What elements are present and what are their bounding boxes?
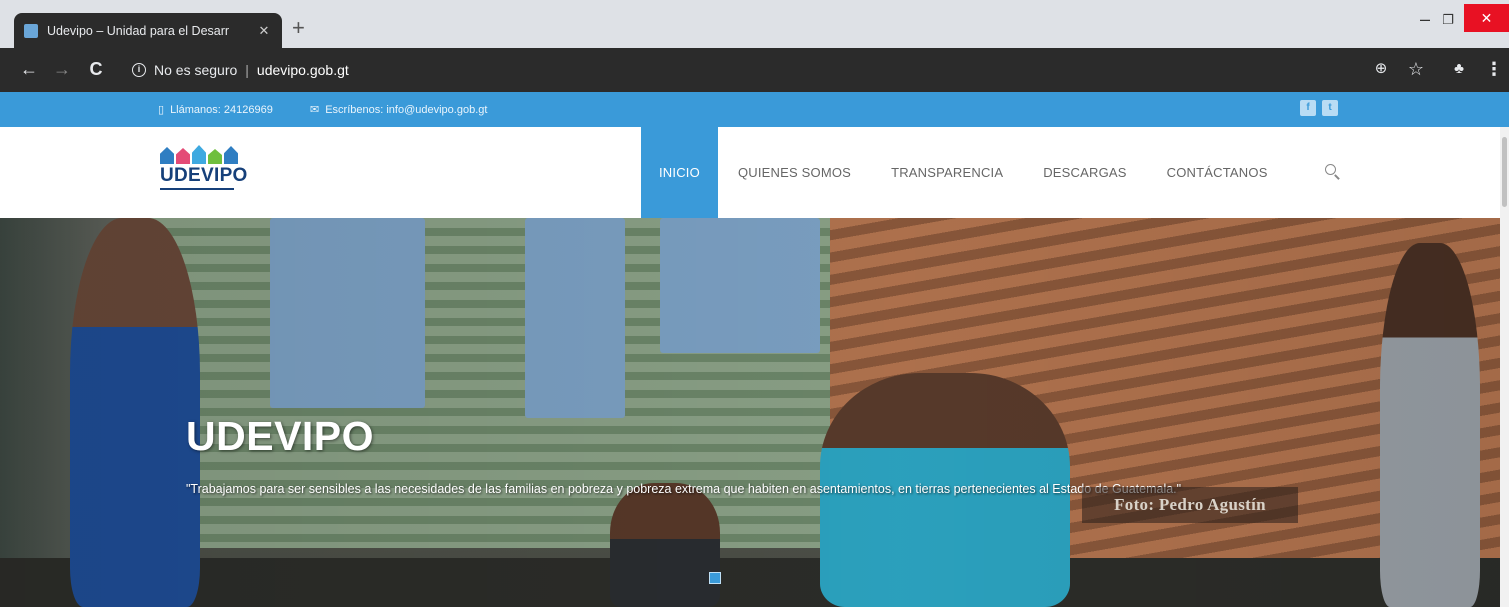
- site-header: UDEVIPO INICIO QUIENES SOMOS TRANSPARENC…: [0, 127, 1509, 218]
- back-arrow-icon[interactable]: ←: [18, 58, 40, 80]
- zoom-icon[interactable]: ⊕: [1370, 58, 1392, 80]
- tab-title: Udevipo – Unidad para el Desarr: [47, 23, 230, 38]
- new-tab-button[interactable]: +: [292, 16, 305, 40]
- browser-tab-strip: Udevipo – Unidad para el Desarr ✕ + – ❐ …: [0, 0, 1509, 48]
- site-contact-bar: ▯ Llámanos: 24126969 ✉ Escríbenos: info@…: [0, 92, 1509, 127]
- facebook-icon[interactable]: f: [1300, 100, 1316, 116]
- hero-slider: UDEVIPO "Trabajamos para ser sensibles a…: [0, 218, 1500, 607]
- envelope-icon: ✉: [310, 104, 320, 116]
- scrollbar-thumb[interactable]: [1502, 137, 1507, 207]
- photo-credit: Foto: Pedro Agustín: [1082, 487, 1298, 523]
- browser-toolbar: ← → C i No es seguro | udevipo.gob.gt ⊕ …: [0, 48, 1509, 92]
- browser-tab[interactable]: Udevipo – Unidad para el Desarr ✕: [14, 13, 282, 48]
- logo-houses-icon: [160, 144, 250, 164]
- main-nav: INICIO QUIENES SOMOS TRANSPARENCIA DESCA…: [641, 127, 1288, 218]
- logo-underline: [160, 188, 234, 190]
- phone-icon: ▯: [158, 104, 165, 116]
- twitter-icon[interactable]: t: [1322, 100, 1338, 116]
- contact-phone[interactable]: ▯ Llámanos: 24126969: [158, 103, 273, 117]
- logo-text: UDEVIPO: [160, 165, 248, 186]
- nav-item-inicio[interactable]: INICIO: [641, 127, 718, 218]
- forward-arrow-icon[interactable]: →: [51, 58, 73, 80]
- info-icon[interactable]: i: [132, 63, 146, 77]
- nav-item-transparencia[interactable]: TRANSPARENCIA: [871, 127, 1023, 218]
- browser-menu-icon[interactable]: ⋮: [1483, 58, 1505, 80]
- window-close-button[interactable]: ✕: [1464, 4, 1509, 32]
- security-status[interactable]: No es seguro: [154, 62, 237, 78]
- site-logo[interactable]: UDEVIPO: [160, 144, 250, 202]
- nav-item-descargas[interactable]: DESCARGAS: [1023, 127, 1146, 218]
- window-maximize-button[interactable]: ❐: [1439, 10, 1457, 30]
- bookmark-star-icon[interactable]: ☆: [1405, 58, 1427, 80]
- hero-title: UDEVIPO: [186, 413, 375, 459]
- contact-phone-text: Llámanos: 24126969: [170, 103, 273, 116]
- contact-email-text: Escríbenos: info@udevipo.gob.gt: [325, 103, 488, 116]
- search-icon[interactable]: [1325, 164, 1341, 180]
- reload-icon[interactable]: C: [85, 58, 107, 80]
- address-bar[interactable]: i No es seguro | udevipo.gob.gt: [132, 58, 349, 82]
- tab-close-icon[interactable]: ✕: [256, 23, 272, 39]
- nav-item-quienes-somos[interactable]: QUIENES SOMOS: [718, 127, 871, 218]
- nav-item-contactanos[interactable]: CONTÁCTANOS: [1147, 127, 1288, 218]
- site-favicon-icon: [24, 23, 38, 38]
- contact-email[interactable]: ✉ Escríbenos: info@udevipo.gob.gt: [310, 103, 488, 117]
- slider-indicator[interactable]: [709, 572, 721, 584]
- url-text[interactable]: udevipo.gob.gt: [257, 62, 349, 78]
- window-minimize-button[interactable]: –: [1416, 10, 1434, 30]
- address-separator: |: [245, 62, 249, 78]
- extension-icon[interactable]: ♣: [1448, 58, 1470, 80]
